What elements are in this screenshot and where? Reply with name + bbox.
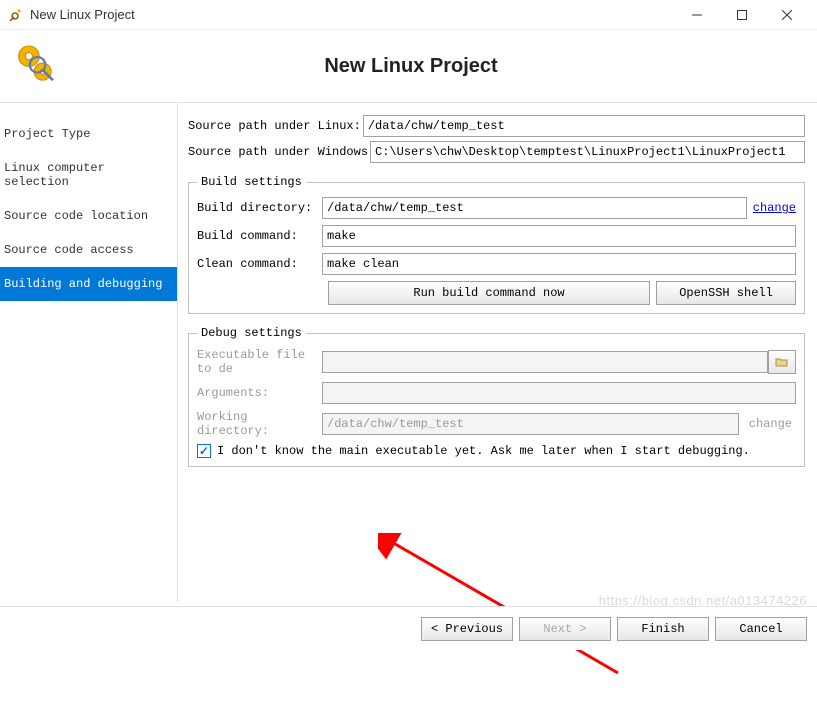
build-cmd-input[interactable]	[322, 225, 796, 247]
wizard-header: New Linux Project	[0, 30, 817, 102]
sidebar-item-source-access[interactable]: Source code access	[0, 233, 177, 267]
run-build-button[interactable]: Run build command now	[328, 281, 650, 305]
minimize-button[interactable]	[674, 1, 719, 29]
unknown-exe-label: I don't know the main executable yet. As…	[217, 444, 750, 458]
build-settings-legend: Build settings	[197, 175, 306, 189]
sidebar-item-project-type[interactable]: Project Type	[0, 117, 177, 151]
wd-label: Working directory:	[197, 410, 322, 438]
wizard-sidebar: Project Type Linux computer selection So…	[0, 103, 178, 602]
clean-cmd-label: Clean command:	[197, 257, 322, 271]
wd-input	[322, 413, 739, 435]
openssh-shell-button[interactable]: OpenSSH shell	[656, 281, 796, 305]
window-controls	[674, 1, 809, 29]
browse-exe-button	[768, 350, 796, 374]
app-icon	[8, 7, 24, 23]
exe-input	[322, 351, 768, 373]
main-split: Project Type Linux computer selection So…	[0, 102, 817, 602]
page-title: New Linux Project	[85, 55, 817, 78]
sidebar-item-source-location[interactable]: Source code location	[0, 199, 177, 233]
build-cmd-label: Build command:	[197, 229, 322, 243]
args-label: Arguments:	[197, 386, 322, 400]
window-title: New Linux Project	[30, 7, 674, 22]
linux-path-label: Source path under Linux:	[188, 119, 361, 133]
wizard-content: Source path under Linux: Source path und…	[178, 103, 817, 602]
cancel-button[interactable]: Cancel	[715, 617, 807, 641]
linux-path-input[interactable]	[363, 115, 805, 137]
unknown-exe-checkbox[interactable]: ✓	[197, 444, 211, 458]
folder-open-icon	[775, 356, 789, 368]
gears-icon	[10, 39, 65, 94]
sidebar-item-building-debugging[interactable]: Building and debugging	[0, 267, 177, 301]
close-button[interactable]	[764, 1, 809, 29]
sidebar-item-linux-selection[interactable]: Linux computer selection	[0, 151, 177, 199]
args-input	[322, 382, 796, 404]
debug-settings-group: Debug settings Executable file to de Arg…	[188, 326, 805, 467]
maximize-button[interactable]	[719, 1, 764, 29]
next-button: Next >	[519, 617, 611, 641]
wizard-footer: < Previous Next > Finish Cancel	[0, 606, 817, 650]
clean-cmd-input[interactable]	[322, 253, 796, 275]
windows-path-label: Source path under Windows	[188, 145, 368, 159]
build-dir-input[interactable]	[322, 197, 747, 219]
build-settings-group: Build settings Build directory: change B…	[188, 175, 805, 314]
finish-button[interactable]: Finish	[617, 617, 709, 641]
windows-path-input[interactable]	[370, 141, 805, 163]
window-titlebar: New Linux Project	[0, 0, 817, 30]
debug-settings-legend: Debug settings	[197, 326, 306, 340]
exe-label: Executable file to de	[197, 348, 322, 376]
build-dir-change-link[interactable]: change	[753, 201, 796, 215]
build-dir-label: Build directory:	[197, 201, 322, 215]
previous-button[interactable]: < Previous	[421, 617, 513, 641]
wd-change-link: change	[745, 414, 796, 434]
